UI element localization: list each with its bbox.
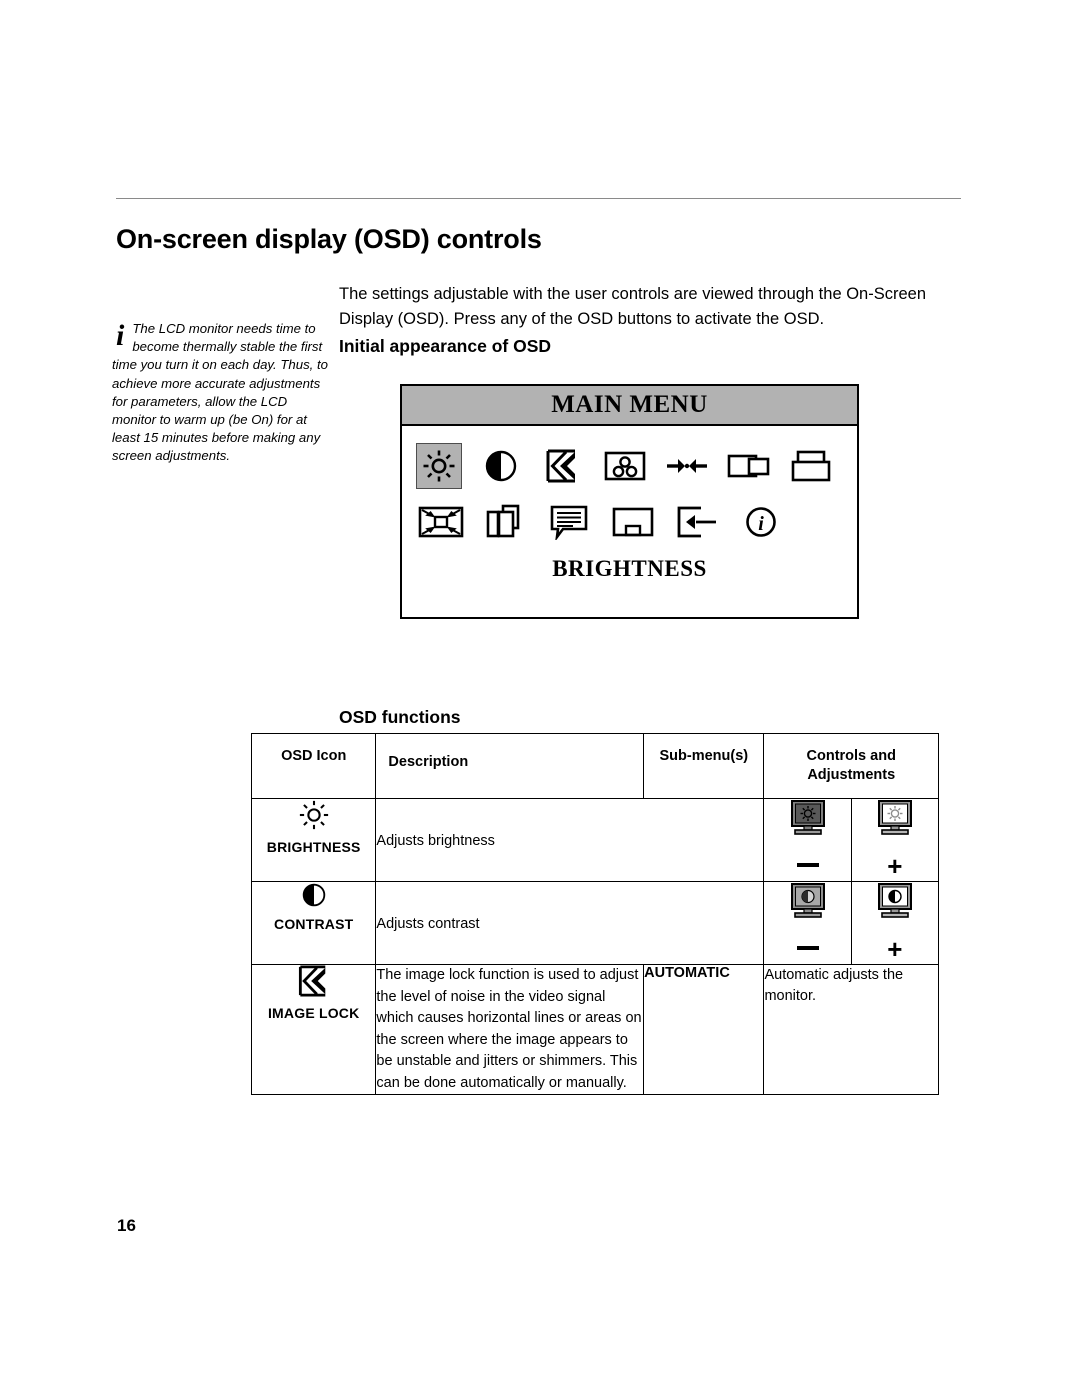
- sidebar-note: i The LCD monitor needs time to become t…: [112, 320, 330, 466]
- header-controls-line1: Controls and: [806, 748, 896, 764]
- row-icon-image-lock: IMAGE LOCK: [250, 964, 377, 1095]
- table-row: CONTRAST Adjusts contrast +: [250, 881, 940, 965]
- page-number: 16: [117, 1216, 136, 1235]
- contrast-half-circle-icon[interactable]: [478, 443, 524, 489]
- osd-main-menu-illustration: MAIN MENU i BRIGHTNESS: [400, 384, 859, 619]
- header-osd-icon: OSD Icon: [250, 733, 377, 799]
- header-osd-icon-label: OSD Icon: [281, 748, 347, 764]
- row-submenu-description: Automatic adjusts the monitor.: [763, 964, 939, 1095]
- osd-icon-row-1: [416, 438, 843, 494]
- document-page: On-screen display (OSD) controls The set…: [0, 0, 1080, 1397]
- info-italic-i-icon: i: [116, 319, 125, 352]
- factory-reset-arrow-icon[interactable]: [674, 499, 720, 545]
- osd-menu-title: MAIN MENU: [551, 391, 708, 418]
- row-description: Adjusts brightness: [375, 798, 765, 882]
- control-increase-contrast[interactable]: +: [850, 881, 940, 965]
- row-description: Adjusts contrast: [375, 881, 765, 965]
- vertical-size-rectangles-icon[interactable]: [788, 443, 834, 489]
- header-submenu-label: Sub-menu(s): [659, 748, 749, 764]
- horizontal-position-arrows-icon[interactable]: [664, 443, 710, 489]
- control-increase-sign: +: [887, 851, 903, 881]
- header-controls-line2: Adjustments: [807, 767, 896, 783]
- section-heading-initial-appearance: Initial appearance of OSD: [339, 335, 551, 356]
- control-increase-brightness[interactable]: +: [850, 798, 940, 882]
- row-submenu-automatic[interactable]: AUTOMATIC: [643, 964, 765, 1095]
- monitor-high-contrast-icon: [877, 883, 912, 918]
- header-rule: [116, 198, 961, 199]
- table-row: BRIGHTNESS Adjusts brightness +: [250, 798, 940, 882]
- table-header-row: OSD Icon Description Sub-menu(s) Control…: [250, 733, 939, 799]
- header-controls-adjustments: Controls and Adjustments: [763, 733, 939, 799]
- monitor-low-contrast-icon: [790, 883, 825, 918]
- color-three-circles-icon[interactable]: [602, 443, 648, 489]
- section-heading-osd-functions: OSD functions: [339, 706, 461, 727]
- row-icon-contrast: CONTRAST: [250, 881, 377, 965]
- image-lock-chevron-icon[interactable]: [540, 443, 586, 489]
- osd-menu-titlebar: MAIN MENU: [402, 386, 857, 426]
- osd-language-bubble-icon[interactable]: [546, 499, 592, 545]
- monitor-dark-brightness-icon: [790, 800, 825, 835]
- row-icon-label: CONTRAST: [274, 916, 354, 932]
- row-icon-label: IMAGE LOCK: [267, 1005, 360, 1021]
- brightness-sun-icon[interactable]: [416, 443, 462, 489]
- control-decrease-sign: [764, 837, 850, 871]
- header-description: Description: [375, 733, 645, 799]
- control-decrease-brightness[interactable]: [763, 798, 852, 882]
- information-i-circle-icon[interactable]: i: [738, 499, 784, 545]
- osd-position-icon[interactable]: [610, 499, 656, 545]
- row-icon-label: BRIGHTNESS: [266, 839, 361, 855]
- intro-paragraph: The settings adjustable with the user co…: [339, 284, 926, 328]
- header-submenu: Sub-menu(s): [643, 733, 765, 799]
- osd-selected-function-label: BRIGHTNESS: [552, 556, 707, 581]
- page-title: On-screen display (OSD) controls: [116, 224, 542, 255]
- control-increase-sign: +: [887, 934, 903, 964]
- header-description-label: Description: [388, 754, 469, 770]
- control-decrease-contrast[interactable]: [763, 881, 852, 965]
- osd-icon-row-2: i: [416, 494, 843, 550]
- table-row: IMAGE LOCK The image lock function is us…: [250, 964, 939, 1095]
- control-decrease-sign: [764, 920, 850, 954]
- horizontal-size-rectangles-icon[interactable]: [726, 443, 772, 489]
- svg-text:i: i: [758, 513, 764, 535]
- osd-functions-table: OSD Icon Description Sub-menu(s) Control…: [250, 733, 940, 1095]
- input-pages-icon[interactable]: [482, 499, 528, 545]
- row-icon-brightness: BRIGHTNESS: [250, 798, 377, 882]
- monitor-light-brightness-icon: [877, 800, 912, 835]
- scaling-corner-arrows-icon[interactable]: [418, 499, 464, 545]
- sidebar-note-text: The LCD monitor needs time to become the…: [112, 321, 328, 464]
- row-description: The image lock function is used to adjus…: [375, 964, 645, 1095]
